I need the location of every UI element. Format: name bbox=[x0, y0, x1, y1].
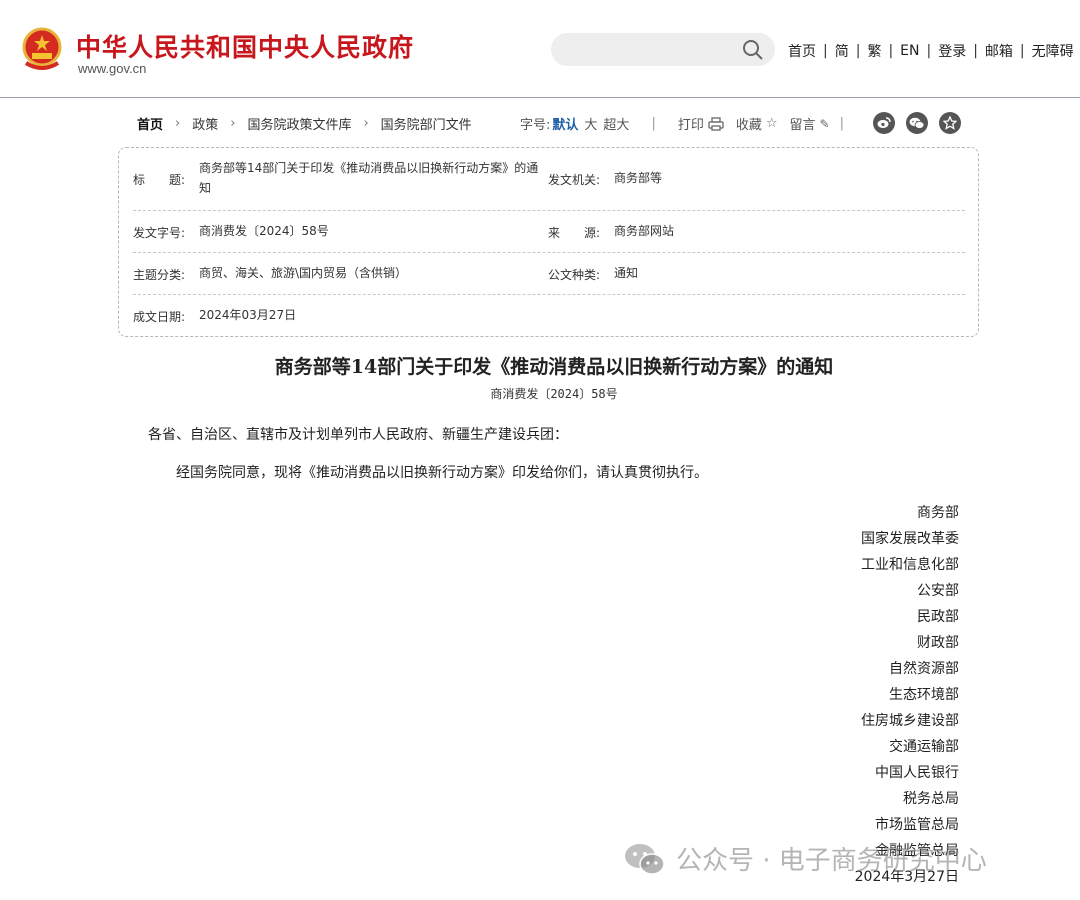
document-salutation: 各省、自治区、直辖市及计划单列市人民政府、新疆生产建设兵团： bbox=[148, 427, 568, 443]
info-row-topic: 主题分类: 商贸、海关、旅游\国内贸易（含供销） 公文种类: 通知 bbox=[133, 253, 965, 295]
signer: 税务总局 bbox=[903, 791, 959, 807]
top-nav: 首页 | 简 | 繁 | EN | 登录 | 邮箱 | 无障碍 bbox=[788, 41, 1074, 61]
chevron-right-icon: › bbox=[230, 116, 236, 131]
weibo-share-button[interactable] bbox=[873, 112, 895, 134]
star-icon[interactable]: ☆ bbox=[766, 116, 778, 131]
nav-simplified[interactable]: 简 bbox=[835, 41, 849, 61]
nav-separator: | bbox=[823, 43, 828, 59]
watermark: 公众号 · 电子商务研究中心 bbox=[624, 840, 987, 877]
wechat-share-button[interactable] bbox=[906, 112, 928, 134]
font-large-button[interactable]: 大 bbox=[584, 114, 597, 133]
chevron-right-icon: › bbox=[175, 116, 181, 131]
search-icon[interactable] bbox=[742, 39, 764, 61]
breadcrumb-home[interactable]: 首页 bbox=[137, 114, 163, 133]
breadcrumb-row: 首页 › 政策 › 国务院政策文件库 › 国务院部门文件 字号: 默认 大 超大… bbox=[0, 112, 1080, 134]
document-title: 商务部等14部门关于印发《推动消费品以旧换新行动方案》的通知 bbox=[274, 356, 834, 378]
docno-label: 发文字号: bbox=[133, 226, 186, 240]
font-size-label: 字号: bbox=[520, 118, 551, 133]
pencil-icon[interactable]: ✎ bbox=[820, 117, 830, 131]
wechat-icon bbox=[625, 843, 665, 875]
signer: 市场监管总局 bbox=[875, 817, 959, 833]
docno-value: 商消费发〔2024〕58号 bbox=[199, 224, 329, 238]
nav-separator: | bbox=[1019, 43, 1025, 59]
date-value: 2024年03月27日 bbox=[199, 308, 297, 322]
signer: 交通运输部 bbox=[889, 739, 959, 755]
nav-accessibility[interactable]: 无障碍 bbox=[1032, 41, 1074, 61]
info-row-date: 成文日期: 2024年03月27日 bbox=[133, 295, 965, 337]
favorite-button[interactable]: 收藏 bbox=[736, 114, 762, 133]
nav-separator: | bbox=[855, 43, 861, 59]
issuer-value: 商务部等 bbox=[614, 171, 663, 185]
toolbar-separator: | bbox=[651, 116, 656, 131]
font-default-button[interactable]: 默认 bbox=[552, 114, 578, 133]
signer: 民政部 bbox=[917, 609, 959, 625]
doctype-value: 通知 bbox=[614, 266, 639, 280]
nav-mail[interactable]: 邮箱 bbox=[985, 41, 1013, 61]
source-label: 来 源: bbox=[548, 226, 601, 240]
title-label: 标 题: bbox=[133, 173, 186, 187]
breadcrumb-department-docs[interactable]: 国务院部门文件 bbox=[381, 114, 472, 133]
signer: 生态环境部 bbox=[889, 687, 959, 703]
site-url[interactable]: www.gov.cn bbox=[78, 61, 146, 76]
nav-separator: | bbox=[926, 43, 932, 59]
nav-english[interactable]: EN bbox=[900, 43, 919, 59]
star-icon bbox=[943, 116, 957, 130]
nav-traditional[interactable]: 繁 bbox=[867, 41, 881, 61]
signer: 自然资源部 bbox=[889, 661, 959, 677]
nav-separator: | bbox=[973, 43, 978, 59]
chevron-right-icon: › bbox=[363, 116, 369, 131]
nav-separator: | bbox=[888, 43, 894, 59]
signer: 商务部 bbox=[917, 505, 959, 521]
signer: 公安部 bbox=[917, 583, 959, 599]
nav-home[interactable]: 首页 bbox=[788, 41, 816, 61]
info-row-docno: 发文字号: 商消费发〔2024〕58号 来 源: 商务部网站 bbox=[133, 211, 965, 253]
comment-button[interactable]: 留言 bbox=[790, 114, 816, 133]
document-info-table: 标 题: 商务部等14部门关于印发《推动消费品以旧换新行动方案》的通知 发文机关… bbox=[118, 147, 979, 337]
site-header: 中华人民共和国中央人民政府 www.gov.cn 首页 | 简 | 繁 | EN… bbox=[0, 0, 1080, 98]
info-row-title: 标 题: 商务部等14部门关于印发《推动消费品以旧换新行动方案》的通知 发文机关… bbox=[133, 148, 965, 211]
breadcrumb-policy[interactable]: 政策 bbox=[192, 114, 218, 133]
national-emblem-icon[interactable] bbox=[20, 27, 64, 73]
signers-list: 商务部 国家发展改革委 工业和信息化部 公安部 民政部 财政部 自然资源部 生态… bbox=[855, 500, 959, 890]
date-label: 成文日期: bbox=[133, 310, 186, 324]
weibo-icon bbox=[877, 117, 891, 128]
breadcrumb: 首页 › 政策 › 国务院政策文件库 › 国务院部门文件 bbox=[137, 114, 472, 133]
signer: 国家发展改革委 bbox=[861, 531, 959, 547]
issuer-label: 发文机关: bbox=[548, 173, 601, 187]
print-button[interactable]: 打印 bbox=[678, 114, 704, 133]
wechat-icon bbox=[909, 117, 925, 129]
topic-value: 商贸、海关、旅游\国内贸易（含供销） bbox=[199, 266, 408, 280]
signer: 中国人民银行 bbox=[875, 765, 959, 781]
toolbar-separator: | bbox=[839, 116, 844, 131]
nav-login[interactable]: 登录 bbox=[938, 41, 966, 61]
breadcrumb-policy-library[interactable]: 国务院政策文件库 bbox=[247, 114, 351, 133]
source-value: 商务部网站 bbox=[614, 224, 675, 238]
favorite-share-button[interactable] bbox=[939, 112, 961, 134]
topic-label: 主题分类: bbox=[133, 268, 186, 282]
watermark-text: 公众号 · 电子商务研究中心 bbox=[676, 846, 987, 876]
doctype-label: 公文种类: bbox=[548, 268, 601, 282]
signer: 财政部 bbox=[917, 635, 959, 651]
signer: 工业和信息化部 bbox=[861, 557, 959, 573]
printer-icon[interactable] bbox=[708, 116, 724, 131]
share-buttons bbox=[873, 112, 961, 134]
document-body: 经国务院同意，现将《推动消费品以旧换新行动方案》印发给你们，请认真贯彻执行。 bbox=[176, 465, 708, 481]
signer: 住房城乡建设部 bbox=[861, 713, 959, 729]
title-value: 商务部等14部门关于印发《推动消费品以旧换新行动方案》的通知 bbox=[199, 161, 539, 195]
document-number: 商消费发〔2024〕58号 bbox=[490, 387, 618, 401]
font-xlarge-button[interactable]: 超大 bbox=[603, 114, 629, 133]
toolbar: 字号: 默认 大 超大 | 打印 收藏 ☆ 留言 ✎ | bbox=[520, 114, 844, 133]
site-title[interactable]: 中华人民共和国中央人民政府 bbox=[76, 28, 414, 64]
